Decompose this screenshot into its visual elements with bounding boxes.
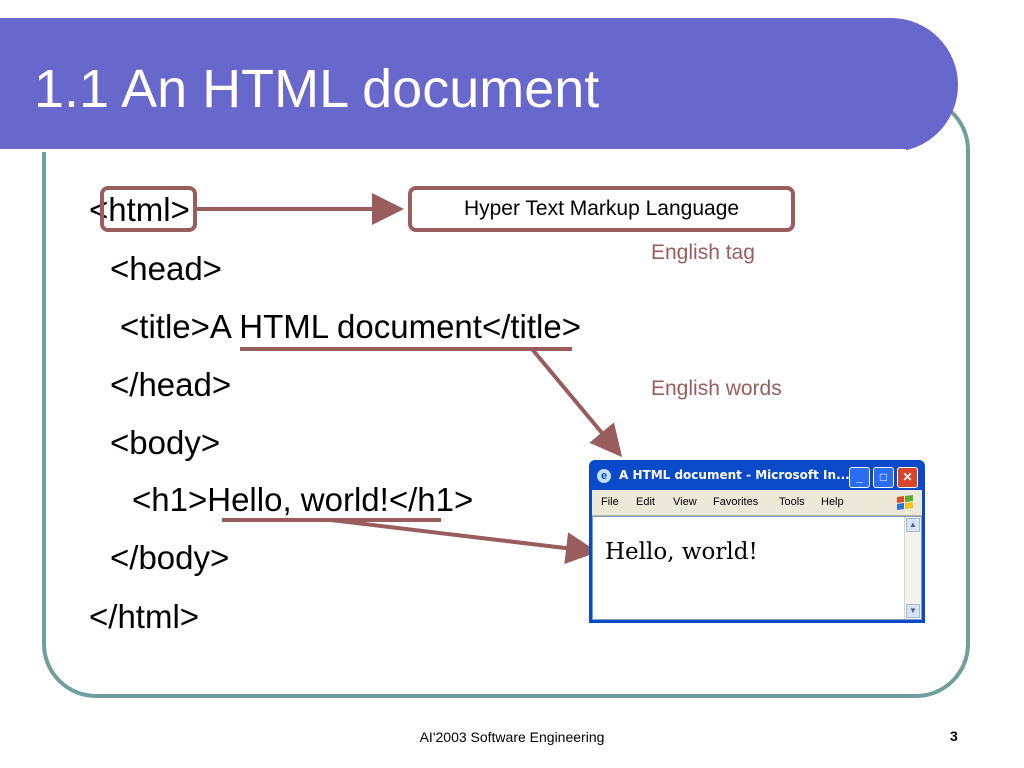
browser-content-area: Hello, world! ▲ ▼ [592,516,922,620]
scroll-up-icon[interactable]: ▲ [906,518,920,532]
windows-flag-icon [897,495,913,510]
menu-favorites[interactable]: Favorites [713,496,758,508]
menu-tools[interactable]: Tools [779,496,805,508]
scroll-down-icon[interactable]: ▼ [906,604,920,618]
maximize-button[interactable]: □ [873,467,894,488]
minimize-button[interactable]: _ [849,467,870,488]
window-title: A HTML document - Microsoft In... [619,468,850,482]
close-button[interactable]: ✕ [897,467,918,488]
window-titlebar[interactable]: e A HTML document - Microsoft In... _ □ … [593,463,921,489]
menu-bar: File Edit View Favorites Tools Help [592,490,922,516]
browser-window: e A HTML document - Microsoft In... _ □ … [589,460,925,623]
vertical-scrollbar[interactable]: ▲ ▼ [904,517,921,619]
arrow-hello-to-window [330,518,598,565]
slide-footer: AI'2003 Software Engineering [419,729,605,745]
menu-edit[interactable]: Edit [636,496,655,508]
ie-icon: e [597,469,611,483]
page-heading: Hello, world! [605,539,758,565]
menu-file[interactable]: File [601,496,619,508]
arrow-title-to-window [530,347,623,458]
menu-view[interactable]: View [673,496,697,508]
page-number: 3 [950,728,958,744]
menu-help[interactable]: Help [821,496,844,508]
annotation-arrows [197,193,623,565]
